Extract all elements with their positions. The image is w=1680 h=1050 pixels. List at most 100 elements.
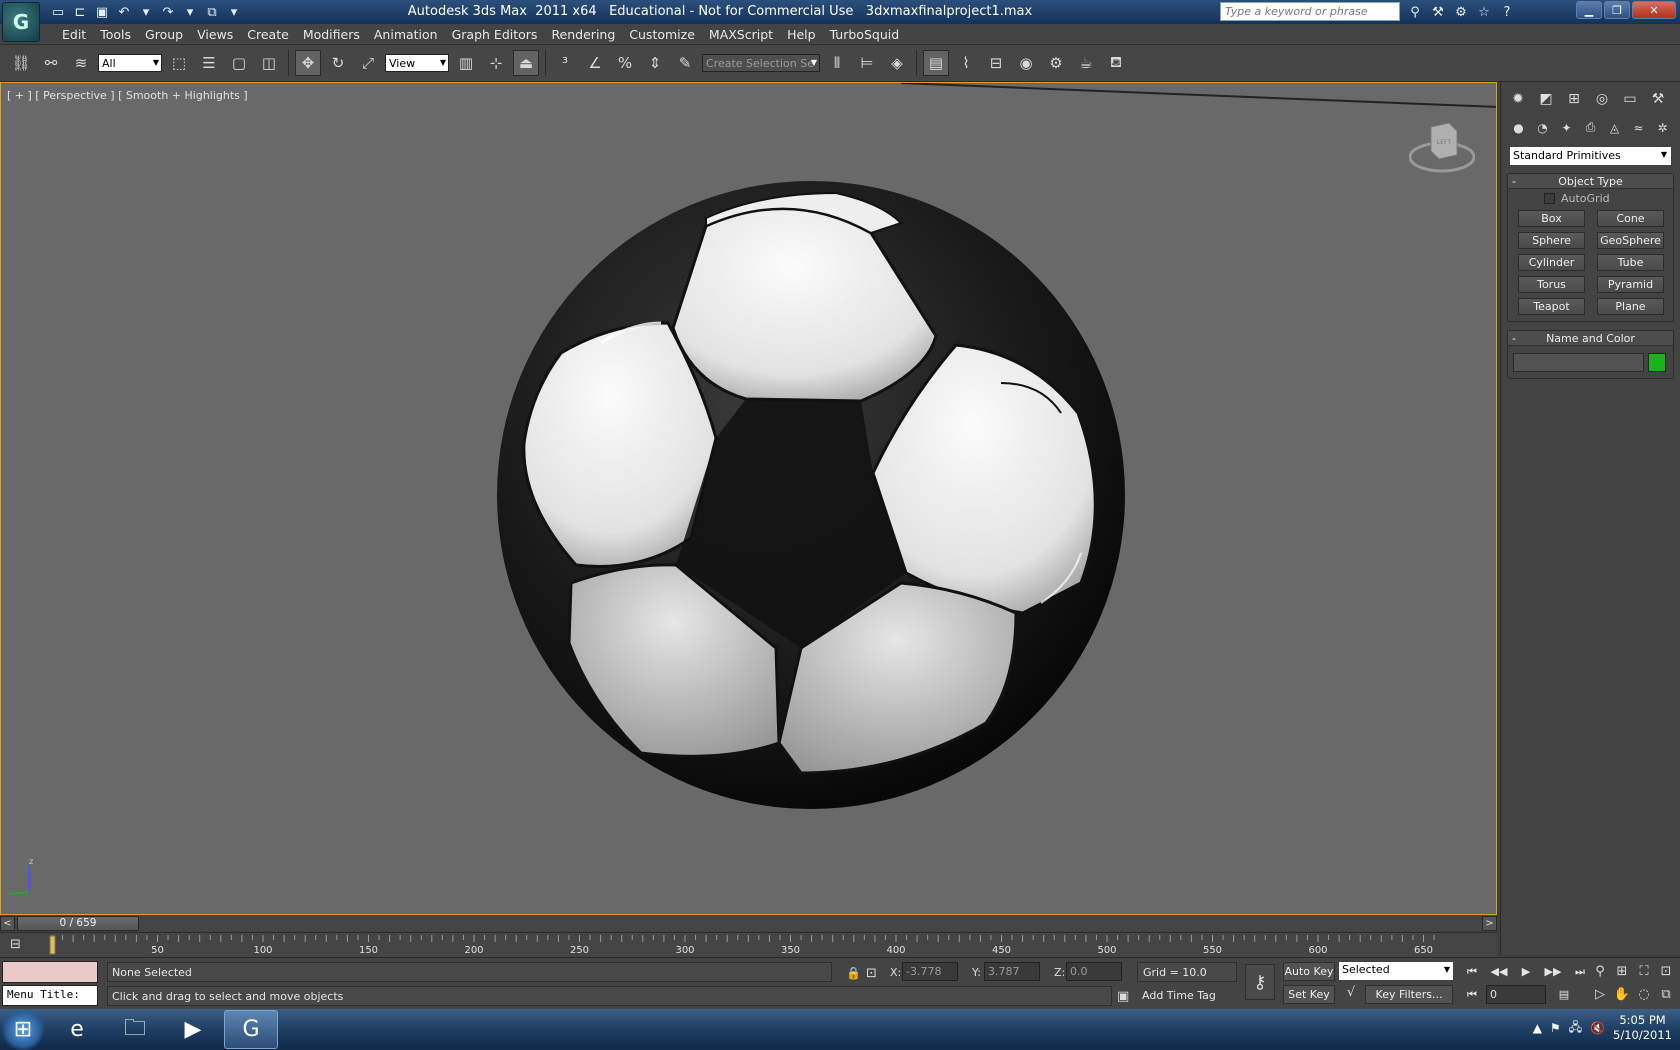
reference-coordinate-dropdown[interactable]: View ▼ xyxy=(385,54,449,72)
communication-center-icon[interactable]: ⚙ xyxy=(1451,2,1471,22)
select-and-rotate-icon[interactable]: ↻ xyxy=(325,50,351,76)
helpers-category-icon[interactable]: ◬ xyxy=(1605,118,1624,137)
open-mini-curve-editor-icon[interactable]: ⊟ xyxy=(10,937,32,954)
minimize-button[interactable]: ▁ xyxy=(1576,1,1602,19)
time-tag-icon[interactable]: ▣ xyxy=(1117,989,1129,1004)
object-color-swatch[interactable] xyxy=(1648,353,1666,372)
clock[interactable]: 5:05 PM 5/10/2011 xyxy=(1613,1013,1672,1043)
open-file-icon[interactable]: ⊏ xyxy=(70,2,90,22)
systems-category-icon[interactable]: ✲ xyxy=(1653,118,1672,137)
binoculars-icon[interactable]: ⚲ xyxy=(1405,2,1425,22)
menu-group[interactable]: Group xyxy=(138,24,190,45)
default-tangent-icon[interactable]: √ xyxy=(1341,985,1361,1004)
time-configuration-icon[interactable]: ▤ xyxy=(1552,986,1576,1003)
window-crossing-icon[interactable]: ◫ xyxy=(256,50,282,76)
create-tab-icon[interactable]: ✹ xyxy=(1507,88,1529,110)
selection-region-icon[interactable]: ▢ xyxy=(226,50,252,76)
field-of-view-icon[interactable]: ▷ xyxy=(1590,985,1610,1004)
cone-button[interactable]: Cone xyxy=(1597,210,1664,227)
close-button[interactable]: ✕ xyxy=(1632,1,1676,19)
keyboard-shortcut-override-icon[interactable]: ⏏ xyxy=(513,50,539,76)
bind-space-warp-icon[interactable]: ≋ xyxy=(68,50,94,76)
maximize-viewport-icon[interactable]: ⧉ xyxy=(1656,985,1676,1004)
customize-quick-access-icon[interactable]: ▾ xyxy=(224,2,244,22)
time-slider-prev-button[interactable]: < xyxy=(0,915,15,931)
edit-named-selection-icon[interactable]: ✎ xyxy=(672,50,698,76)
menu-animation[interactable]: Animation xyxy=(367,24,445,45)
maxscript-mini-listener[interactable] xyxy=(2,961,98,983)
menu-maxscript[interactable]: MAXScript xyxy=(702,24,780,45)
select-by-name-icon[interactable]: ☰ xyxy=(196,50,222,76)
hierarchy-tab-icon[interactable]: ⊞ xyxy=(1563,88,1585,110)
3dsmax-taskbar-icon[interactable]: G xyxy=(224,1010,278,1049)
autogrid-checkbox[interactable] xyxy=(1544,193,1555,204)
y-coordinate-field[interactable]: 3.787 xyxy=(984,962,1040,981)
orbit-icon[interactable]: ◌ xyxy=(1634,985,1654,1004)
angle-snap-icon[interactable]: ∠ xyxy=(582,50,608,76)
selection-lock-icon[interactable]: 🔒 xyxy=(846,966,861,980)
pivot-point-center-icon[interactable]: ▥ xyxy=(453,50,479,76)
object-name-field[interactable] xyxy=(1513,353,1644,372)
name-and-color-rollout-header[interactable]: - Name and Color xyxy=(1508,331,1673,346)
time-slider-thumb[interactable]: 0 / 659 xyxy=(17,915,139,931)
display-tab-icon[interactable]: ▭ xyxy=(1619,88,1641,110)
named-selection-set-dropdown[interactable]: Create Selection Se ▼ xyxy=(702,54,820,72)
menu-graph-editors[interactable]: Graph Editors xyxy=(445,24,545,45)
redo-dropdown-icon[interactable]: ▾ xyxy=(180,2,200,22)
next-frame-icon[interactable]: ▶▶ xyxy=(1541,963,1565,980)
project-folder-icon[interactable]: ⧉ xyxy=(202,2,222,22)
mirror-icon[interactable]: ⫴ xyxy=(824,50,850,76)
geosphere-button[interactable]: GeoSphere xyxy=(1597,232,1664,249)
x-coordinate-field[interactable]: -3.778 xyxy=(902,962,958,981)
z-coordinate-field[interactable]: 0.0 xyxy=(1066,962,1122,981)
pan-view-icon[interactable]: ✋ xyxy=(1612,985,1632,1004)
autogrid-option[interactable]: AutoGrid xyxy=(1508,189,1673,205)
show-hidden-icons-icon[interactable]: ▲ xyxy=(1533,1021,1542,1035)
menu-views[interactable]: Views xyxy=(190,24,240,45)
select-and-scale-icon[interactable]: ⤢ xyxy=(355,50,381,76)
percent-snap-icon[interactable]: % xyxy=(612,50,638,76)
application-menu-button[interactable]: G xyxy=(2,2,40,42)
perspective-viewport[interactable]: [ + ] [ Perspective ] [ Smooth + Highlig… xyxy=(0,82,1497,915)
shapes-category-icon[interactable]: ◔ xyxy=(1533,118,1552,137)
key-mode-toggle-icon[interactable]: ⏮ xyxy=(1460,986,1484,1003)
go-to-end-icon[interactable]: ⏭ xyxy=(1568,963,1592,980)
key-mode-dropdown[interactable]: Selected ▼ xyxy=(1339,962,1453,980)
zoom-extents-all-icon[interactable]: ⊡ xyxy=(1656,962,1676,981)
start-button[interactable]: ⊞ xyxy=(0,1009,46,1050)
set-keys-icon[interactable]: ⚷ xyxy=(1245,964,1275,1000)
select-and-move-icon[interactable]: ✥ xyxy=(295,50,321,76)
cameras-category-icon[interactable]: ⎙ xyxy=(1581,118,1600,137)
undo-dropdown-icon[interactable]: ▾ xyxy=(136,2,156,22)
menu-help[interactable]: Help xyxy=(780,24,823,45)
sphere-button[interactable]: Sphere xyxy=(1518,232,1585,249)
menu-turbosquid[interactable]: TurboSquid xyxy=(823,24,907,45)
menu-customize[interactable]: Customize xyxy=(622,24,702,45)
time-slider-track[interactable]: 0 / 659 xyxy=(15,915,1482,931)
time-slider-next-button[interactable]: > xyxy=(1482,915,1497,931)
redo-icon[interactable]: ↷ xyxy=(158,2,178,22)
layer-manager-icon[interactable]: ◈ xyxy=(884,50,910,76)
rendered-frame-window-icon[interactable]: ☕ xyxy=(1073,50,1099,76)
align-icon[interactable]: ⊨ xyxy=(854,50,880,76)
menu-rendering[interactable]: Rendering xyxy=(544,24,622,45)
plane-button[interactable]: Plane xyxy=(1597,298,1664,315)
selection-filter-dropdown[interactable]: All ▼ xyxy=(98,54,162,72)
pyramid-button[interactable]: Pyramid xyxy=(1597,276,1664,293)
new-file-icon[interactable]: ▭ xyxy=(48,2,68,22)
space-warps-category-icon[interactable]: ≈ xyxy=(1629,118,1648,137)
teapot-button[interactable]: Teapot xyxy=(1518,298,1585,315)
spinner-snap-icon[interactable]: ⇕ xyxy=(642,50,668,76)
key-filters-button[interactable]: Key Filters... xyxy=(1365,985,1453,1004)
menu-edit[interactable]: Edit xyxy=(55,24,93,45)
motion-tab-icon[interactable]: ◎ xyxy=(1591,88,1613,110)
network-icon[interactable]: 🖧 xyxy=(1569,1018,1582,1039)
render-production-icon[interactable]: ⛾ xyxy=(1103,50,1129,76)
current-frame-field[interactable]: 0 xyxy=(1486,985,1546,1004)
soccer-ball-model[interactable] xyxy=(1,83,1497,915)
maxscript-output-field[interactable]: Menu Title: xyxy=(2,985,98,1006)
utilities-tab-icon[interactable]: ⚒ xyxy=(1647,88,1669,110)
zoom-all-icon[interactable]: ⊞ xyxy=(1612,962,1632,981)
tube-button[interactable]: Tube xyxy=(1597,254,1664,271)
snaps-toggle-icon[interactable]: ³ xyxy=(552,50,578,76)
